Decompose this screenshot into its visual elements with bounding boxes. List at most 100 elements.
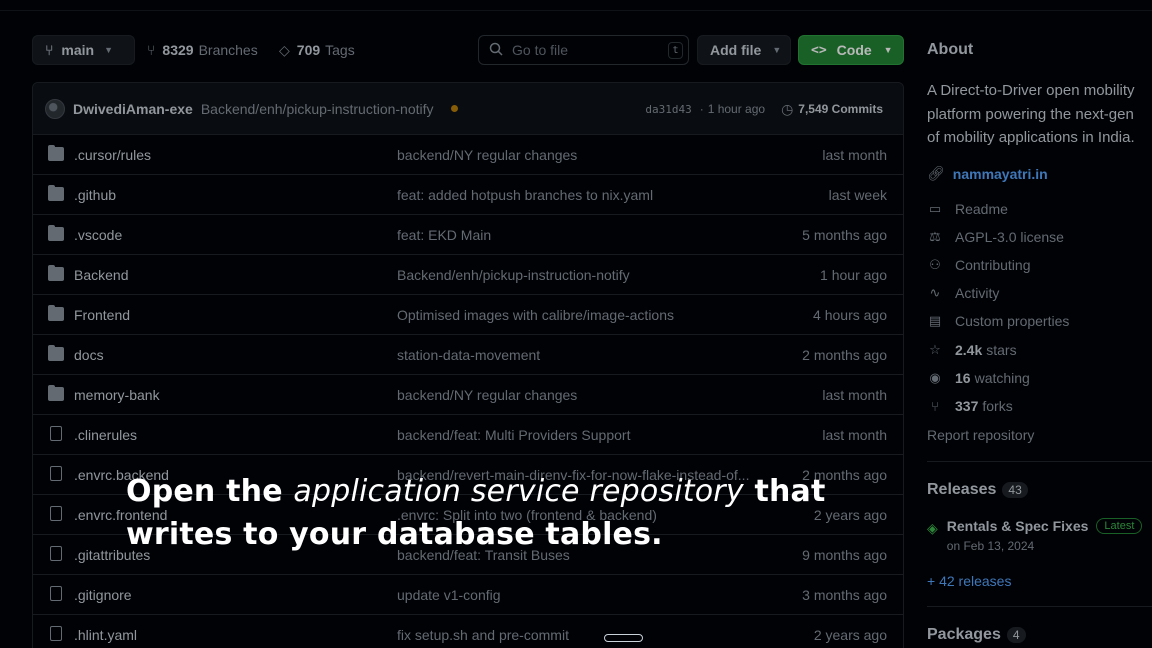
license-label: AGPL-3.0 license [955,229,1064,245]
folder-icon [48,185,64,201]
table-row[interactable]: .cursor/rules backend/NY regular changes l… [33,135,903,175]
commit-message[interactable]: update v1-config [397,587,769,603]
file-name[interactable]: docs [74,347,104,363]
commit-message[interactable]: feat: added hotpush branches to nix.yaml [397,187,769,203]
commits-link[interactable]: 7,549 Commits [798,102,883,116]
commit-time: 3 months ago [802,587,887,603]
commit-message[interactable]: Optimised images with calibre/image-acti… [397,307,769,323]
file-name[interactable]: .gitignore [74,587,132,603]
custom-properties-link[interactable]: ▤ Custom properties [927,313,1070,329]
latest-commit-bar: DwivediAman-exe Backend/enh/pickup-instr… [33,83,903,135]
releases-heading[interactable]: Releases 43 [927,481,1028,499]
file-icon [50,466,62,481]
commit-time: 1 hour ago [820,267,887,283]
commit-message[interactable]: backend/feat: Multi Providers Support [397,427,769,443]
file-name[interactable]: memory-bank [74,387,160,403]
chevron-down-icon: ▼ [104,45,114,55]
go-to-file-input[interactable]: Go to file t [478,35,689,65]
table-row[interactable]: .hlint.yaml fix setup.sh and pre-commit 2 … [33,615,903,648]
contributing-link[interactable]: ⚇ Contributing [927,257,1031,273]
file-rows: .cursor/rules backend/NY regular changes l… [33,135,903,648]
packages-heading[interactable]: Packages 4 [927,626,1026,644]
commit-message[interactable]: backend/NY regular changes [397,387,769,403]
commit-status-dot[interactable] [450,105,458,112]
branch-name: main [61,42,95,58]
fork-icon: ⑂ [931,398,939,414]
commit-author[interactable]: DwivediAman-exe [73,101,193,117]
file-name[interactable]: .vscode [74,227,122,243]
release-name[interactable]: Rentals & Spec Fixes [947,518,1089,534]
website-text: nammayatri.in [952,165,1048,182]
commit-message[interactable]: station-data-movement [397,347,769,363]
search-icon [489,42,503,59]
latest-badge: Latest [1096,518,1143,534]
activity-link[interactable]: ∿ Activity [927,285,1000,301]
instruction-caption: Open the application service repository … [126,470,926,556]
forks-link[interactable]: ⑂ 337 forks [927,398,1013,414]
table-row[interactable]: Frontend Optimised images with calibre/im… [33,295,903,335]
table-row[interactable]: .vscode feat: EKD Main 5 months ago [33,215,903,255]
tags-count: 709 [296,42,321,58]
contributing-label: Contributing [955,257,1031,273]
scale-icon: ⚖ [929,229,941,244]
packages-count: 4 [1006,627,1026,643]
git-branch-icon: ⑂ [147,42,156,58]
code-label: Code [836,42,872,58]
table-row[interactable]: memory-bank backend/NY regular changes las… [33,375,903,415]
latest-release[interactable]: ◈ Rentals & Spec Fixes Latest on Feb 13,… [927,518,1143,553]
more-releases-link[interactable]: + 42 releases [927,573,1011,589]
commit-time: last month [822,387,887,403]
add-file-button[interactable]: Add file ▼ [697,35,791,65]
commit-time: last month [822,427,887,443]
table-row[interactable]: .gitignore update v1-config 3 months ago [33,575,903,615]
readme-label: Readme [955,201,1008,217]
table-row[interactable]: Backend Backend/enh/pickup-instruction-no… [33,255,903,295]
note-icon: ▤ [928,313,942,328]
table-row[interactable]: .github feat: added hotpush branches to n… [33,175,903,215]
chevron-down-icon: ▼ [883,45,893,55]
branches-link[interactable]: ⑂ 8329 Branches [147,35,258,65]
commit-message[interactable]: backend/NY regular changes [397,147,769,163]
table-row[interactable]: .clinerules backend/feat: Multi Providers… [33,415,903,455]
branch-selector-button[interactable]: ⑂ main ▼ [32,35,135,65]
shortcut-key: t [668,42,683,59]
folder-icon [48,225,64,241]
commit-time: 2 years ago [813,627,887,643]
watching-link[interactable]: ◉ 16 watching [927,370,1030,386]
avatar[interactable] [45,98,65,119]
file-name[interactable]: Frontend [74,307,130,323]
tags-link[interactable]: ◇ 709 Tags [279,35,355,65]
tag-icon: ◇ [279,41,290,58]
people-icon: ⚇ [929,257,941,272]
file-name[interactable]: .hlint.yaml [74,627,137,643]
eye-icon: ◉ [929,370,941,385]
commit-message[interactable]: fix setup.sh and pre-commit [397,627,769,643]
readme-link[interactable]: ▭ Readme [927,201,1008,217]
website-link[interactable]: 🔗︎ nammayatri.in [927,165,1048,182]
custom-properties-label: Custom properties [955,313,1070,329]
table-row[interactable]: docs station-data-movement 2 months ago [33,335,903,375]
code-button[interactable]: <> Code ▼ [798,35,904,65]
sidebar-divider [927,606,1152,607]
commit-message[interactable]: Backend/enh/pickup-instruction-notify [201,101,434,117]
caption-part1: Open the [126,474,294,509]
file-name[interactable]: Backend [74,267,128,283]
pulse-icon: ∿ [929,285,941,300]
stars-link[interactable]: ☆ 2.4k stars [927,342,1017,358]
commit-hash[interactable]: da31d43 [645,103,691,116]
file-name[interactable]: .github [74,187,116,203]
commit-time: last week [828,187,887,203]
license-link[interactable]: ⚖ AGPL-3.0 license [927,229,1064,245]
commit-message[interactable]: Backend/enh/pickup-instruction-notify [397,267,769,283]
forks-label: forks [982,398,1013,414]
commit-time: 2 months ago [802,347,887,363]
repo-toolbar: ⑂ main ▼ ⑂ 8329 Branches ◇ 709 Tags Go t… [32,35,904,65]
scroll-indicator [604,634,643,642]
report-repository-link[interactable]: Report repository [927,427,1034,443]
file-name[interactable]: .cursor/rules [74,147,151,163]
forks-count: 337 [955,398,979,414]
file-name[interactable]: .clinerules [74,427,137,443]
release-date: on Feb 13, 2024 [946,539,1035,553]
stars-label: stars [986,342,1017,358]
commit-message[interactable]: feat: EKD Main [397,227,769,243]
